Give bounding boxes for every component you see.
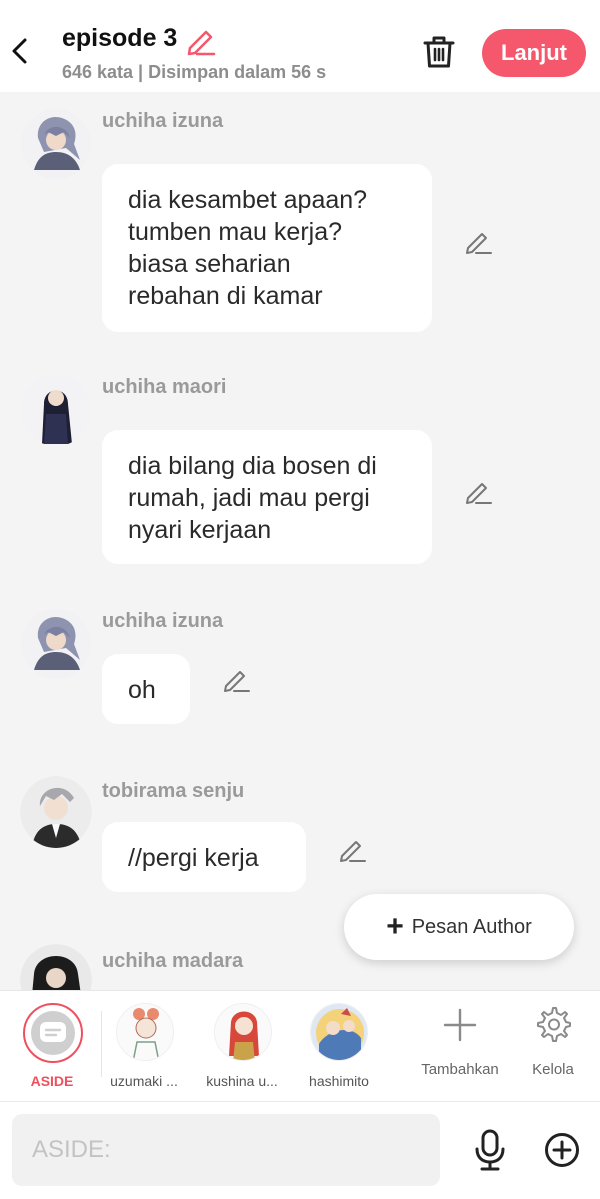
sender-name: uchiha madara (102, 950, 244, 972)
author-message-label: Pesan Author (411, 915, 532, 938)
message-input[interactable] (12, 1114, 440, 1186)
message-bubble[interactable]: dia kesambet apaan? tumben mau kerja? bi… (102, 164, 432, 332)
sender-name: uchiha izuna (102, 110, 224, 132)
message-text-line: tumben mau kerja? (128, 218, 343, 246)
chat-area[interactable]: uchiha izuna dia kesambet apaan? tumben … (0, 92, 600, 990)
character-label: kushina u... (206, 1073, 278, 1089)
gear-icon (537, 1007, 571, 1042)
character-item-aside[interactable]: ASIDE (0, 991, 104, 1103)
character-avatar-image (20, 608, 92, 680)
word-count-status: 646 kata | Disimpan dalam 56 s (62, 62, 327, 82)
back-icon[interactable] (8, 34, 32, 68)
plus-icon (443, 1008, 477, 1042)
divider (101, 1011, 102, 1077)
character-avatar-image (20, 776, 92, 848)
message-text-line: dia bilang dia bosen di (128, 452, 377, 480)
message-text-line: biasa seharian (128, 250, 291, 278)
character-avatar-image (20, 944, 92, 990)
add-character-label: Tambahkan (421, 1061, 499, 1078)
character-label: hashimito (309, 1073, 369, 1089)
avatar (116, 1003, 174, 1061)
sender-name: tobirama senju (102, 780, 245, 802)
message-bubble[interactable]: oh (102, 654, 190, 724)
character-label: ASIDE (30, 1073, 74, 1089)
message-text-line: dia kesambet apaan? (128, 186, 368, 214)
message-text-line: nyari kerjaan (128, 516, 272, 544)
character-item-hashimito[interactable]: hashimito (298, 991, 380, 1103)
message-text-line: //pergi kerja (128, 844, 259, 872)
message-text-line: oh (128, 676, 156, 704)
pencil-icon[interactable] (464, 476, 494, 506)
avatar[interactable] (20, 776, 92, 848)
message-text-line: rumah, jadi mau pergi (128, 484, 370, 512)
character-item-kushina[interactable]: kushina u... (196, 991, 288, 1103)
manage-label: Kelola (532, 1061, 574, 1078)
sender-name: uchiha maori (102, 376, 227, 398)
character-label: uzumaki ... (110, 1073, 178, 1089)
character-item-uzumaki[interactable]: uzumaki ... (104, 991, 184, 1103)
avatar[interactable] (20, 944, 92, 990)
character-bar: ASIDE uzumaki ... kushina u... hashimito… (0, 990, 600, 1102)
microphone-icon[interactable] (472, 1128, 508, 1172)
avatar (214, 1003, 272, 1061)
aside-avatar (23, 1003, 83, 1063)
message-bubble[interactable]: dia bilang dia bosen di rumah, jadi mau … (102, 430, 432, 564)
character-avatar-image (20, 108, 92, 180)
pencil-icon[interactable] (186, 24, 216, 56)
message-text-line: rebahan di kamar (128, 282, 323, 310)
avatar[interactable] (20, 608, 92, 680)
pencil-icon[interactable] (222, 664, 252, 694)
header: episode 3 646 kata | Disimpan dalam 56 s… (0, 0, 600, 92)
trash-icon[interactable] (422, 34, 456, 70)
next-button[interactable]: Lanjut (482, 29, 586, 77)
add-circle-icon[interactable] (544, 1132, 580, 1168)
manage-characters-button[interactable]: Kelola (516, 991, 590, 1103)
plus-icon: + (386, 910, 404, 943)
sender-name: uchiha izuna (102, 610, 224, 632)
avatar (310, 1003, 368, 1061)
message-bubble[interactable]: //pergi kerja (102, 822, 306, 892)
author-message-button[interactable]: + Pesan Author (344, 894, 574, 960)
character-avatar-image (20, 374, 92, 446)
chat-bubble-icon (31, 1011, 75, 1055)
page-title: episode 3 (62, 24, 178, 52)
avatar[interactable] (20, 108, 92, 180)
pencil-icon[interactable] (338, 834, 368, 864)
input-bar (0, 1102, 600, 1199)
avatar[interactable] (20, 374, 92, 446)
pencil-icon[interactable] (464, 226, 494, 256)
add-character-button[interactable]: Tambahkan (412, 991, 508, 1103)
